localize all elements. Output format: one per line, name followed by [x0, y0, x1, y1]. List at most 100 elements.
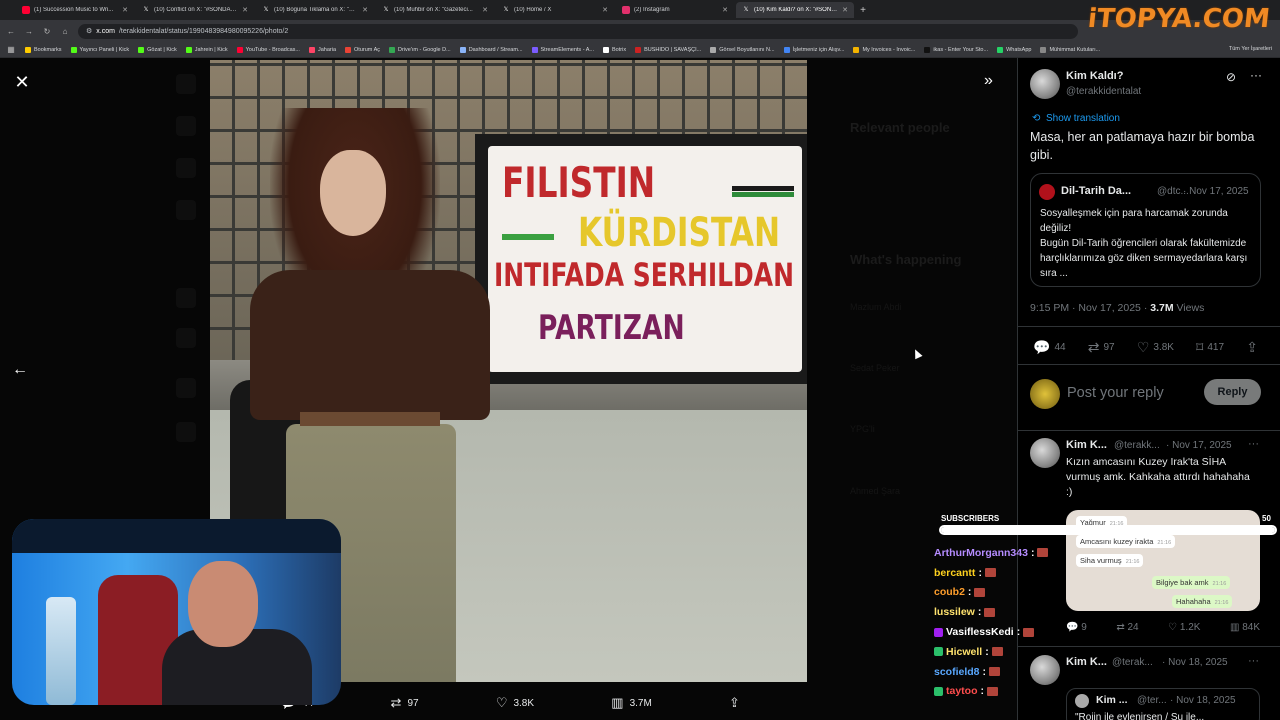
- collapse-panel-button[interactable]: »: [984, 72, 993, 90]
- quoted-reply[interactable]: Kim ... @ter... · Nov 18, 2025 "Rojin il…: [1066, 688, 1260, 720]
- streamer-webcam: [12, 519, 341, 705]
- tab-close-icon[interactable]: ✕: [482, 6, 488, 14]
- bookmark-item[interactable]: BUSHIDO | SAVAŞÇI...: [635, 46, 701, 53]
- bookmark-label: İşletmeniz için Alışv...: [792, 46, 845, 53]
- more-options-icon[interactable]: ···: [1250, 68, 1262, 82]
- reply-views[interactable]: ▥ 84K: [1230, 622, 1260, 633]
- grok-icon[interactable]: ⊘: [1226, 70, 1236, 84]
- tab-close-icon[interactable]: ✕: [242, 6, 248, 14]
- new-tab-icon[interactable]: +: [856, 5, 870, 16]
- repost-stat[interactable]: ⇄ 97: [1088, 339, 1115, 356]
- site-info-icon[interactable]: ⚙: [86, 27, 92, 35]
- bookmark-item[interactable]: My Invoices - Invoic...: [853, 46, 915, 53]
- reply-author-handle[interactable]: @terak...: [1112, 657, 1153, 668]
- browser-tab[interactable]: 𝕏 (10) Conflict on X: "#SONDAKI... ✕: [136, 2, 254, 18]
- repost-action[interactable]: ⇄ 97: [391, 695, 419, 711]
- itopya-logo: iTOPYA.COM: [1087, 4, 1272, 34]
- tab-favicon-icon: 𝕏: [743, 7, 749, 13]
- reply-stats: 💬 9 ⇄ 24 ♡ 1.2K ▥ 84K: [1066, 622, 1260, 633]
- home-icon[interactable]: ⌂: [60, 27, 70, 36]
- bookmark-item[interactable]: Görsel Boyutlanını N...: [710, 46, 775, 53]
- reply-avatar[interactable]: [1030, 438, 1060, 468]
- tab-close-icon[interactable]: ✕: [842, 6, 848, 14]
- bookmark-item[interactable]: Jahrein | Kick: [185, 46, 228, 53]
- quoted-tweet[interactable]: Dil-Tarih Da... @dtc... · Nov 17, 2025 S…: [1030, 173, 1261, 287]
- bookmark-item[interactable]: WhatsApp: [997, 46, 1031, 53]
- bookmark-stat[interactable]: ⌑ 417: [1196, 339, 1224, 356]
- count: 24: [1127, 622, 1139, 633]
- chat-username[interactable]: Hicwell: [946, 646, 982, 658]
- bookmark-item[interactable]: Bookmarks: [25, 46, 62, 53]
- bookmark-item[interactable]: Gözat | Kick: [138, 46, 177, 53]
- chat-username[interactable]: bercantt: [934, 567, 975, 579]
- browser-tab[interactable]: 𝕏 (10) Kim Kaldı? on X: "#SONDAK... ✕: [736, 2, 854, 18]
- show-translation-link[interactable]: Show translation: [1046, 113, 1120, 124]
- bookmark-item[interactable]: Dashboard / Stream...: [459, 46, 523, 53]
- chat-username[interactable]: coub2: [934, 586, 965, 598]
- browser-tab[interactable]: 𝕏 (10) Home / X ✕: [496, 2, 614, 18]
- tab-close-icon[interactable]: ✕: [362, 6, 368, 14]
- flag-stripe: [732, 192, 794, 197]
- chat-username[interactable]: scofield8: [934, 666, 980, 678]
- reload-icon[interactable]: ↻: [42, 27, 52, 36]
- bookmark-favicon-icon: [70, 46, 77, 53]
- browser-tab[interactable]: 𝕏 (10) Muhbir on X: "Gazeteci... ✕: [376, 2, 494, 18]
- share-action[interactable]: ⇪: [729, 695, 740, 711]
- share-icon: ⇪: [729, 695, 740, 710]
- bookmark-item[interactable]: Yayıncı Paneli | Kick: [70, 46, 129, 53]
- bookmark-item[interactable]: Botrix: [603, 46, 626, 53]
- author-name[interactable]: Kim Kaldı?: [1066, 70, 1123, 82]
- chat-badge-icon: [934, 647, 943, 657]
- chat-badge-icon: [934, 686, 943, 696]
- views-label: Views: [1173, 302, 1205, 314]
- bookmark-favicon-icon: [997, 46, 1004, 53]
- author-handle[interactable]: @terakkidentalat: [1066, 86, 1141, 97]
- like-action[interactable]: ♡ 3.8K: [496, 695, 534, 711]
- reply-reposts[interactable]: ⇄ 24: [1116, 622, 1138, 633]
- bookmark-item[interactable]: Jaharia: [308, 46, 336, 53]
- ghost-nav-icon: [176, 288, 196, 308]
- reply-icon: 💬: [1033, 339, 1051, 355]
- tab-close-icon[interactable]: ✕: [122, 6, 128, 14]
- forward-icon[interactable]: →: [24, 27, 34, 36]
- photo-person-jacket: [250, 270, 490, 420]
- share-stat[interactable]: ⇪: [1246, 339, 1258, 356]
- all-bookmarks-link[interactable]: Tüm Yer İşaretleri: [1229, 46, 1272, 52]
- bookmark-favicon-icon: [531, 46, 538, 53]
- bookmark-item[interactable]: Oturum Aç: [345, 46, 380, 53]
- reply-author-handle[interactable]: @terakk...: [1114, 440, 1160, 451]
- bookmark-item[interactable]: ikas - Enter Your Sto...: [924, 46, 988, 53]
- reply-input[interactable]: Post your reply: [1067, 385, 1164, 401]
- bookmark-label: Drive'ım - Google D...: [398, 46, 451, 53]
- bookmark-item[interactable]: İşletmeniz için Alışv...: [783, 46, 845, 53]
- more-options-icon[interactable]: ···: [1248, 438, 1259, 450]
- previous-photo-button[interactable]: ←: [12, 361, 28, 379]
- reply-button[interactable]: Reply: [1204, 379, 1261, 405]
- bookmark-label: Mühimmat Kutuları...: [1049, 46, 1101, 53]
- more-options-icon[interactable]: ···: [1248, 655, 1259, 667]
- reply-likes[interactable]: ♡ 1.2K: [1168, 622, 1200, 633]
- author-avatar[interactable]: [1030, 69, 1060, 99]
- browser-tab[interactable]: (1) Succession Music to Wri... ✕: [16, 2, 134, 18]
- bookmark-item[interactable]: Drive'ım - Google D...: [389, 46, 451, 53]
- bookmark-item[interactable]: YouTube - Broadcas...: [236, 46, 300, 53]
- browser-tab[interactable]: 𝕏 (10) Boguna Tiklama on X: "Tru... ✕: [256, 2, 374, 18]
- close-viewer-button[interactable]: ✕: [12, 72, 32, 92]
- reply-stat[interactable]: 💬 44: [1033, 339, 1066, 356]
- like-stat[interactable]: ♡ 3.8K: [1137, 339, 1174, 356]
- bookmark-item[interactable]: Mühimmat Kutuları...: [1040, 46, 1101, 53]
- apps-icon[interactable]: ▦: [6, 45, 16, 54]
- chat-username[interactable]: ArthurMorgann343: [934, 547, 1028, 559]
- chat-username[interactable]: lussilew: [934, 606, 975, 618]
- tab-close-icon[interactable]: ✕: [722, 6, 728, 14]
- reply-author-name[interactable]: Kim K...: [1066, 439, 1107, 451]
- back-icon[interactable]: ←: [6, 27, 16, 36]
- browser-tab[interactable]: (2) Instagram ✕: [616, 2, 734, 18]
- tab-close-icon[interactable]: ✕: [602, 6, 608, 14]
- chat-username[interactable]: taytoo: [946, 685, 978, 697]
- views-action[interactable]: ▥ 3.7M: [611, 695, 652, 711]
- chat-username[interactable]: VasiflessKedi: [946, 626, 1014, 638]
- bookmark-item[interactable]: StreamElements - A...: [531, 46, 594, 53]
- ghost-nav-icon: [176, 378, 196, 398]
- address-bar[interactable]: ⚙ x.com/terakkidentalat/status/199048398…: [78, 23, 1078, 39]
